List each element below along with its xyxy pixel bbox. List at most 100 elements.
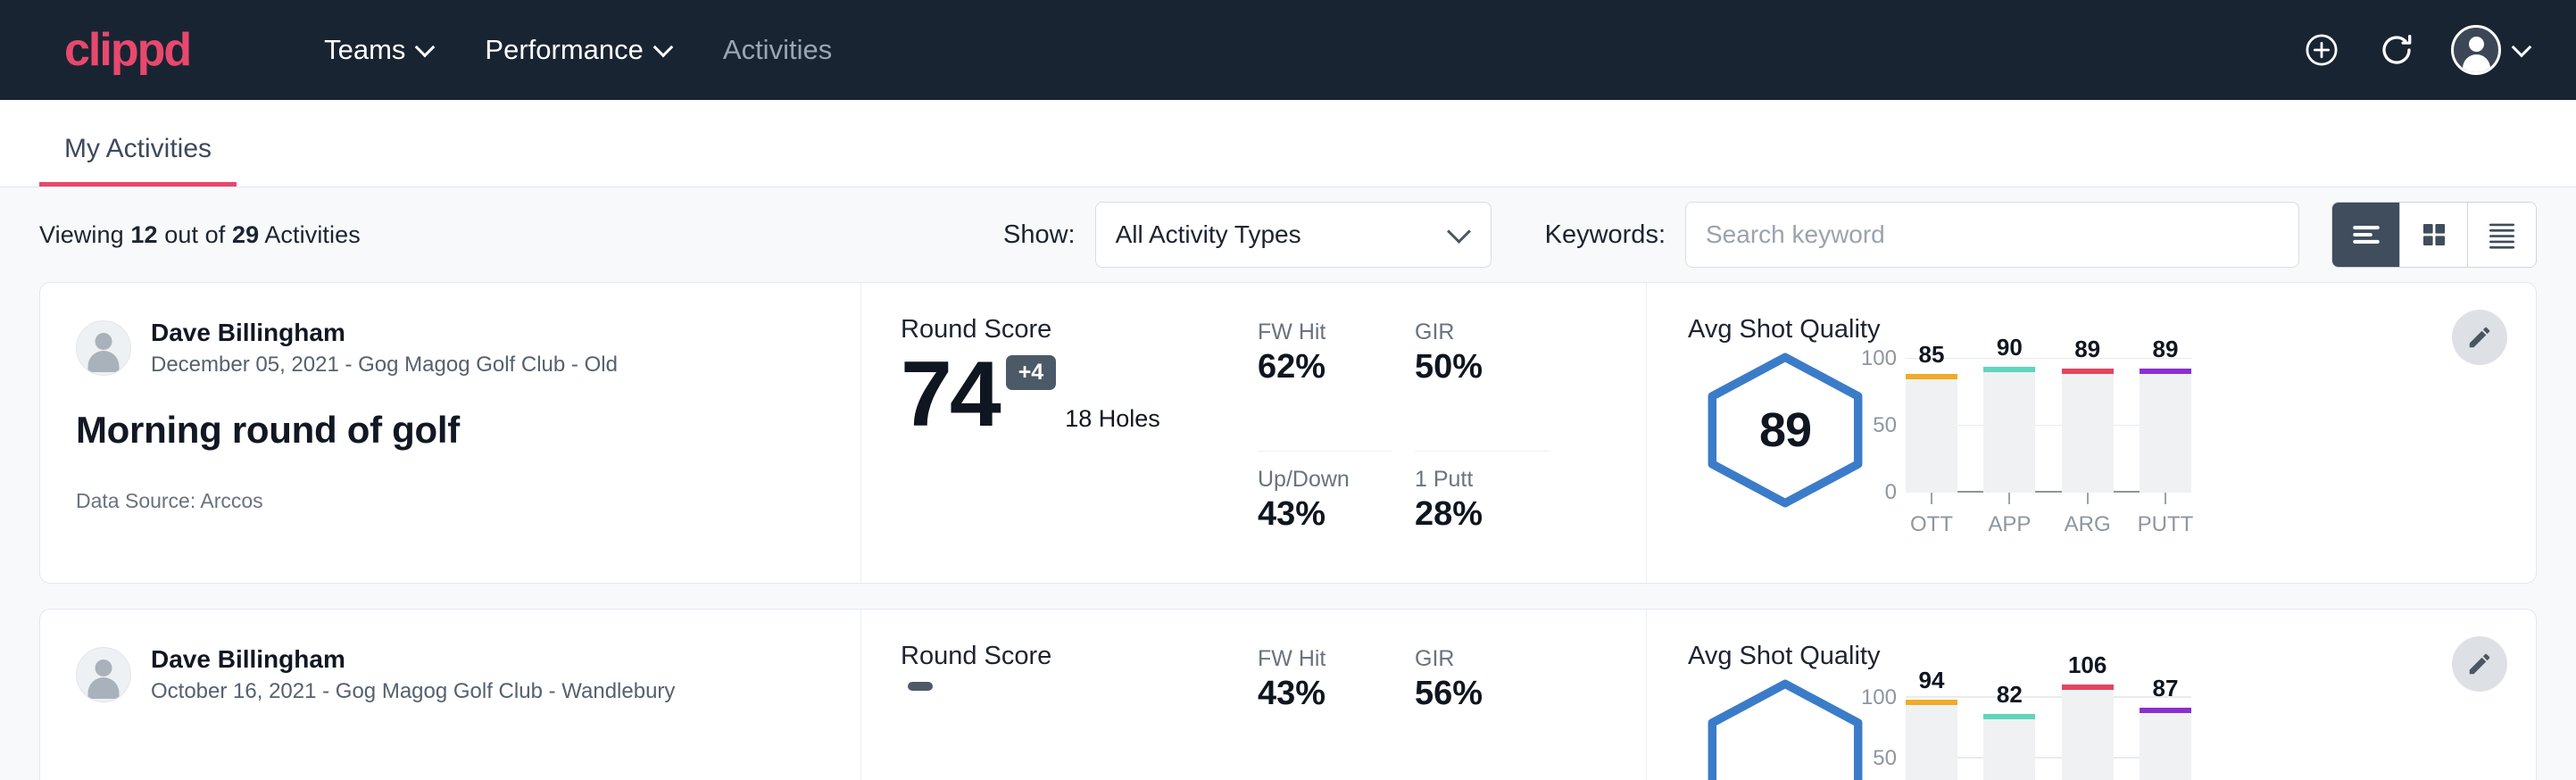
- round-score-value: 74: [901, 348, 999, 441]
- chart-bar-column: 94: [1906, 685, 1957, 780]
- grid-view-button[interactable]: [2400, 203, 2468, 267]
- toolbar-controls: Show: All Activity Types Keywords:: [1003, 202, 2537, 268]
- stat-one-putt: 1 Putt 28%: [1415, 452, 1549, 584]
- stat-gir-label: GIR: [1415, 645, 1549, 672]
- chart-bar-value-label: 85: [1919, 341, 1945, 369]
- chevron-down-icon: [417, 39, 435, 57]
- nav-item-performance-label: Performance: [485, 34, 643, 66]
- chart-x-tick-label: OTT: [1910, 512, 1953, 537]
- activity-card-score: Round Score FW Hit 43% GIR 56% Up/Down: [861, 610, 1647, 780]
- edit-activity-button[interactable]: [2452, 310, 2507, 365]
- avatar: [76, 320, 131, 376]
- chart-x-axis: OTT APP ARG PUTT: [1906, 493, 2191, 539]
- nav-item-performance[interactable]: Performance: [460, 25, 697, 75]
- avg-shot-quality-label: Avg Shot Quality: [1688, 317, 2536, 343]
- stat-up-down: Up/Down 43%: [1258, 452, 1392, 584]
- round-score-to-par-badge: [908, 682, 933, 691]
- chart-y-tick-label: 100: [1861, 685, 1897, 710]
- chart-bar-cap: [2140, 369, 2191, 374]
- activity-type-select[interactable]: All Activity Types: [1095, 202, 1492, 268]
- shot-quality-bar-chart: 05010085908989OTTAPPARGPUTT: [1906, 359, 2191, 493]
- chart-bar-value-label: 89: [2153, 336, 2179, 363]
- round-holes-label: 18 Holes: [1065, 405, 1160, 441]
- activity-card[interactable]: Dave Billingham October 16, 2021 - Gog M…: [39, 609, 2537, 780]
- nav-right-actions: [2301, 25, 2531, 75]
- compact-view-button[interactable]: [2468, 203, 2536, 267]
- show-label: Show:: [1003, 220, 1076, 250]
- account-menu[interactable]: [2451, 25, 2531, 75]
- avg-shot-quality-body: 050100948210687OTTAPPARGPUTT: [1688, 678, 2536, 780]
- round-stats-grid: FW Hit 62% GIR 50% Up/Down 43% 1 Putt 28…: [1258, 319, 1549, 583]
- search-input[interactable]: [1685, 202, 2299, 268]
- chart-bar-value-label: 87: [2153, 675, 2179, 702]
- author-name: Dave Billingham: [151, 317, 618, 348]
- round-score-row: [901, 675, 1258, 691]
- chart-y-tick-label: 50: [1873, 746, 1897, 771]
- viewing-total: 29: [232, 221, 259, 248]
- activities-toolbar: Viewing 12 out of 29 Activities Show: Al…: [39, 187, 2537, 282]
- activity-card-quality: Avg Shot Quality 050100948210687OTTAPPAR…: [1647, 610, 2536, 780]
- chevron-down-icon: [2514, 39, 2531, 57]
- chart-bar-cap: [1983, 367, 2035, 372]
- round-score-block: Round Score 74 +4 18 Holes: [901, 317, 1258, 583]
- chart-x-tick: ARG: [2062, 493, 2114, 539]
- round-score-to-par-badge: +4: [1006, 355, 1057, 390]
- round-score-block: Round Score: [901, 643, 1258, 780]
- chart-bar-cap: [2062, 369, 2114, 374]
- activity-card-quality: Avg Shot Quality 89 05010085908989OTTAPP…: [1647, 283, 2536, 583]
- stat-fw-hit-value: 62%: [1258, 349, 1392, 386]
- edit-activity-button[interactable]: [2452, 636, 2507, 692]
- viewing-prefix: Viewing: [39, 221, 130, 248]
- chart-bar-cap: [2140, 708, 2191, 713]
- chart-bar: [2140, 713, 2191, 780]
- chart-bar: [1906, 705, 1957, 780]
- clippd-logo[interactable]: clippd: [64, 27, 190, 73]
- activity-author: Dave Billingham October 16, 2021 - Gog M…: [76, 643, 860, 705]
- refresh-button[interactable]: [2376, 29, 2417, 71]
- tab-my-activities[interactable]: My Activities: [39, 136, 237, 187]
- primary-nav-links: Teams Performance Activities: [299, 25, 857, 75]
- chart-bars: 85908989: [1906, 359, 2191, 493]
- stat-fw-hit-label: FW Hit: [1258, 645, 1392, 672]
- chart-bar-cap: [1906, 700, 1957, 705]
- chart-tick-mark: [1931, 493, 1932, 504]
- activity-title: Morning round of golf: [76, 409, 860, 452]
- chart-bar-column: 90: [1983, 359, 2035, 493]
- chevron-down-icon: [1450, 222, 1471, 244]
- list-view-button[interactable]: [2332, 203, 2400, 267]
- chart-bar: [1983, 372, 2035, 493]
- chart-x-tick: APP: [1983, 493, 2035, 539]
- nav-item-activities-label: Activities: [723, 34, 832, 66]
- chart-x-tick-label: PUTT: [2138, 512, 2194, 537]
- chevron-down-icon: [655, 39, 673, 57]
- chart-bar-value-label: 106: [2068, 651, 2107, 679]
- activity-card-info: Dave Billingham October 16, 2021 - Gog M…: [40, 610, 861, 780]
- activity-meta: December 05, 2021 - Gog Magog Golf Club …: [151, 351, 618, 378]
- chart-y-tick-label: 50: [1873, 413, 1897, 438]
- stat-up-down-value: 43%: [1258, 496, 1392, 534]
- nav-item-teams-label: Teams: [324, 34, 405, 66]
- add-activity-button[interactable]: [2301, 29, 2342, 71]
- activity-card[interactable]: Dave Billingham December 05, 2021 - Gog …: [39, 282, 2537, 584]
- chart-bar: [2062, 690, 2114, 780]
- chart-y-tick-label: 0: [1885, 480, 1897, 505]
- nav-item-activities[interactable]: Activities: [698, 25, 857, 75]
- author-name: Dave Billingham: [151, 643, 675, 675]
- chart-bar: [1983, 719, 2035, 780]
- view-mode-toggle-group: [2331, 202, 2537, 268]
- chart-bar-value-label: 89: [2074, 336, 2100, 363]
- stat-gir: GIR 56%: [1415, 645, 1549, 780]
- chart-bar-value-label: 94: [1919, 667, 1945, 694]
- account-avatar-icon: [2451, 25, 2501, 75]
- chart-x-tick: PUTT: [2140, 493, 2191, 539]
- round-score-row: 74 +4 18 Holes: [901, 348, 1258, 441]
- activity-card-info: Dave Billingham December 05, 2021 - Gog …: [40, 283, 861, 583]
- page-tab-bar: My Activities: [0, 100, 2576, 187]
- chart-tick-mark: [2008, 493, 2010, 504]
- activity-author: Dave Billingham December 05, 2021 - Gog …: [76, 317, 860, 378]
- nav-item-teams[interactable]: Teams: [299, 25, 460, 75]
- activity-meta: October 16, 2021 - Gog Magog Golf Club -…: [151, 677, 675, 705]
- stat-one-putt-label: 1 Putt: [1415, 466, 1549, 493]
- chart-tick-mark: [2165, 493, 2166, 504]
- viewing-summary: Viewing 12 out of 29 Activities: [39, 221, 361, 249]
